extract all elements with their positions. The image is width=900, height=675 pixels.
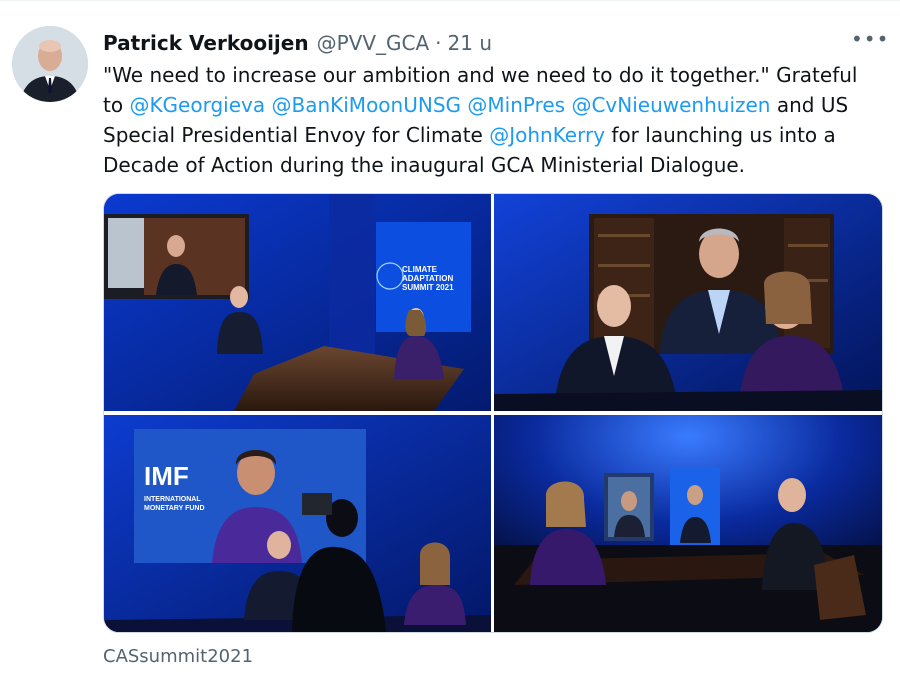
hashtag-footer[interactable]: CASsummit2021 xyxy=(103,646,253,667)
mention-kgeorgieva[interactable]: @KGeorgieva xyxy=(129,93,265,117)
screen-text-line: INTERNATIONAL xyxy=(144,496,201,503)
screen-text-line: MONETARY FUND xyxy=(144,505,205,512)
author-handle[interactable]: @PVV_GCA xyxy=(317,31,430,55)
tweet-timestamp[interactable]: 21 u xyxy=(448,31,492,55)
mention-bankimoonunsg[interactable]: @BanKiMoonUNSG xyxy=(271,93,461,117)
author-name[interactable]: Patrick Verkooijen xyxy=(103,31,309,55)
tweet-header: Patrick Verkooijen @PVV_GCA · 21 u xyxy=(103,29,492,57)
mention-minpres[interactable]: @MinPres xyxy=(467,93,565,117)
top-divider xyxy=(0,0,900,1)
tweet-text: "We need to increase our ambition and we… xyxy=(103,60,893,180)
header-separator: · xyxy=(435,31,442,55)
avatar[interactable] xyxy=(12,26,88,102)
screen-text-line: IMF xyxy=(144,461,189,491)
screen-text-line: SUMMIT 2021 xyxy=(402,283,454,292)
screen-text-line: CLIMATE xyxy=(402,265,438,274)
photo-dark-studio[interactable] xyxy=(494,415,882,632)
photo-studio-wide[interactable]: CLIMATE ADAPTATION SUMMIT 2021 xyxy=(104,194,491,411)
photo-imf-screen[interactable]: IMF INTERNATIONAL MONETARY FUND xyxy=(104,415,491,632)
photo-kerry-screen[interactable] xyxy=(494,194,882,411)
screen-text-line: ADAPTATION xyxy=(402,274,453,283)
mention-johnkerry[interactable]: @JohnKerry xyxy=(489,123,605,147)
more-options-icon[interactable]: ••• xyxy=(851,28,888,54)
media-grid: CLIMATE ADAPTATION SUMMIT 2021 IMF INTER… xyxy=(103,193,883,633)
mention-cvnieuwenhuizen[interactable]: @CvNieuwenhuizen xyxy=(571,93,770,117)
